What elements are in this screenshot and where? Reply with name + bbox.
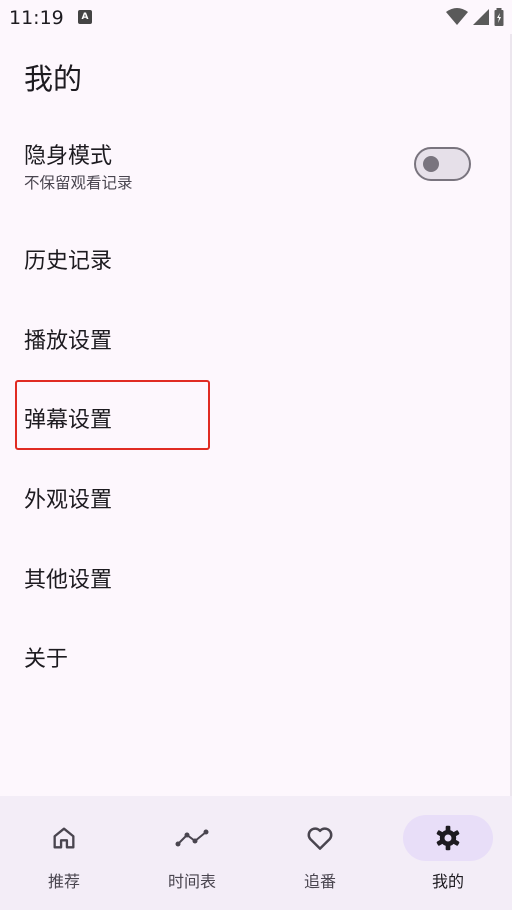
incognito-mode-label: 隐身模式: [24, 144, 113, 169]
nav-label-recommend: 推荐: [47, 872, 80, 891]
nav-label-following: 追番: [303, 872, 336, 891]
nav-label-mine: 我的: [431, 872, 464, 891]
nav-item-recommend[interactable]: 推荐: [0, 796, 128, 910]
wifi-icon: [446, 8, 468, 25]
home-icon: [53, 827, 75, 849]
incognito-toggle[interactable]: [414, 147, 471, 181]
other-settings-label: 其他设置: [24, 568, 113, 593]
status-icons: [446, 8, 504, 26]
nav-item-mine[interactable]: 我的: [384, 796, 512, 910]
toggle-thumb: [423, 156, 439, 172]
battery-icon: [494, 8, 504, 26]
timeline-icon: [175, 829, 209, 847]
appearance-settings-label: 外观设置: [24, 488, 113, 513]
danmaku-settings-label: 弹幕设置: [24, 408, 113, 433]
appearance-settings-item[interactable]: 外观设置: [0, 461, 512, 531]
playback-settings-item[interactable]: 播放设置: [0, 302, 512, 372]
signal-icon: [473, 9, 489, 25]
bottom-nav: 推荐 时间表 追番 我的: [0, 796, 512, 910]
about-label: 关于: [24, 647, 69, 672]
history-label: 历史记录: [24, 249, 113, 274]
nav-item-following[interactable]: 追番: [256, 796, 384, 910]
status-time: 11:19: [9, 7, 64, 29]
about-item[interactable]: 关于: [0, 620, 512, 690]
heart-icon: [307, 827, 333, 850]
status-bar: 11:19 A: [0, 0, 512, 34]
page-title: 我的: [24, 62, 83, 96]
nav-label-schedule: 时间表: [167, 872, 216, 891]
active-indicator: [403, 815, 493, 861]
danmaku-settings-item[interactable]: 弹幕设置: [0, 381, 512, 451]
other-settings-item[interactable]: 其他设置: [0, 541, 512, 611]
playback-settings-label: 播放设置: [24, 329, 113, 354]
incognito-mode-description: 不保留观看记录: [24, 174, 133, 192]
app-notification-icon: A: [78, 10, 92, 24]
gear-icon: [436, 825, 460, 851]
history-item[interactable]: 历史记录: [0, 222, 512, 292]
nav-item-schedule[interactable]: 时间表: [128, 796, 256, 910]
